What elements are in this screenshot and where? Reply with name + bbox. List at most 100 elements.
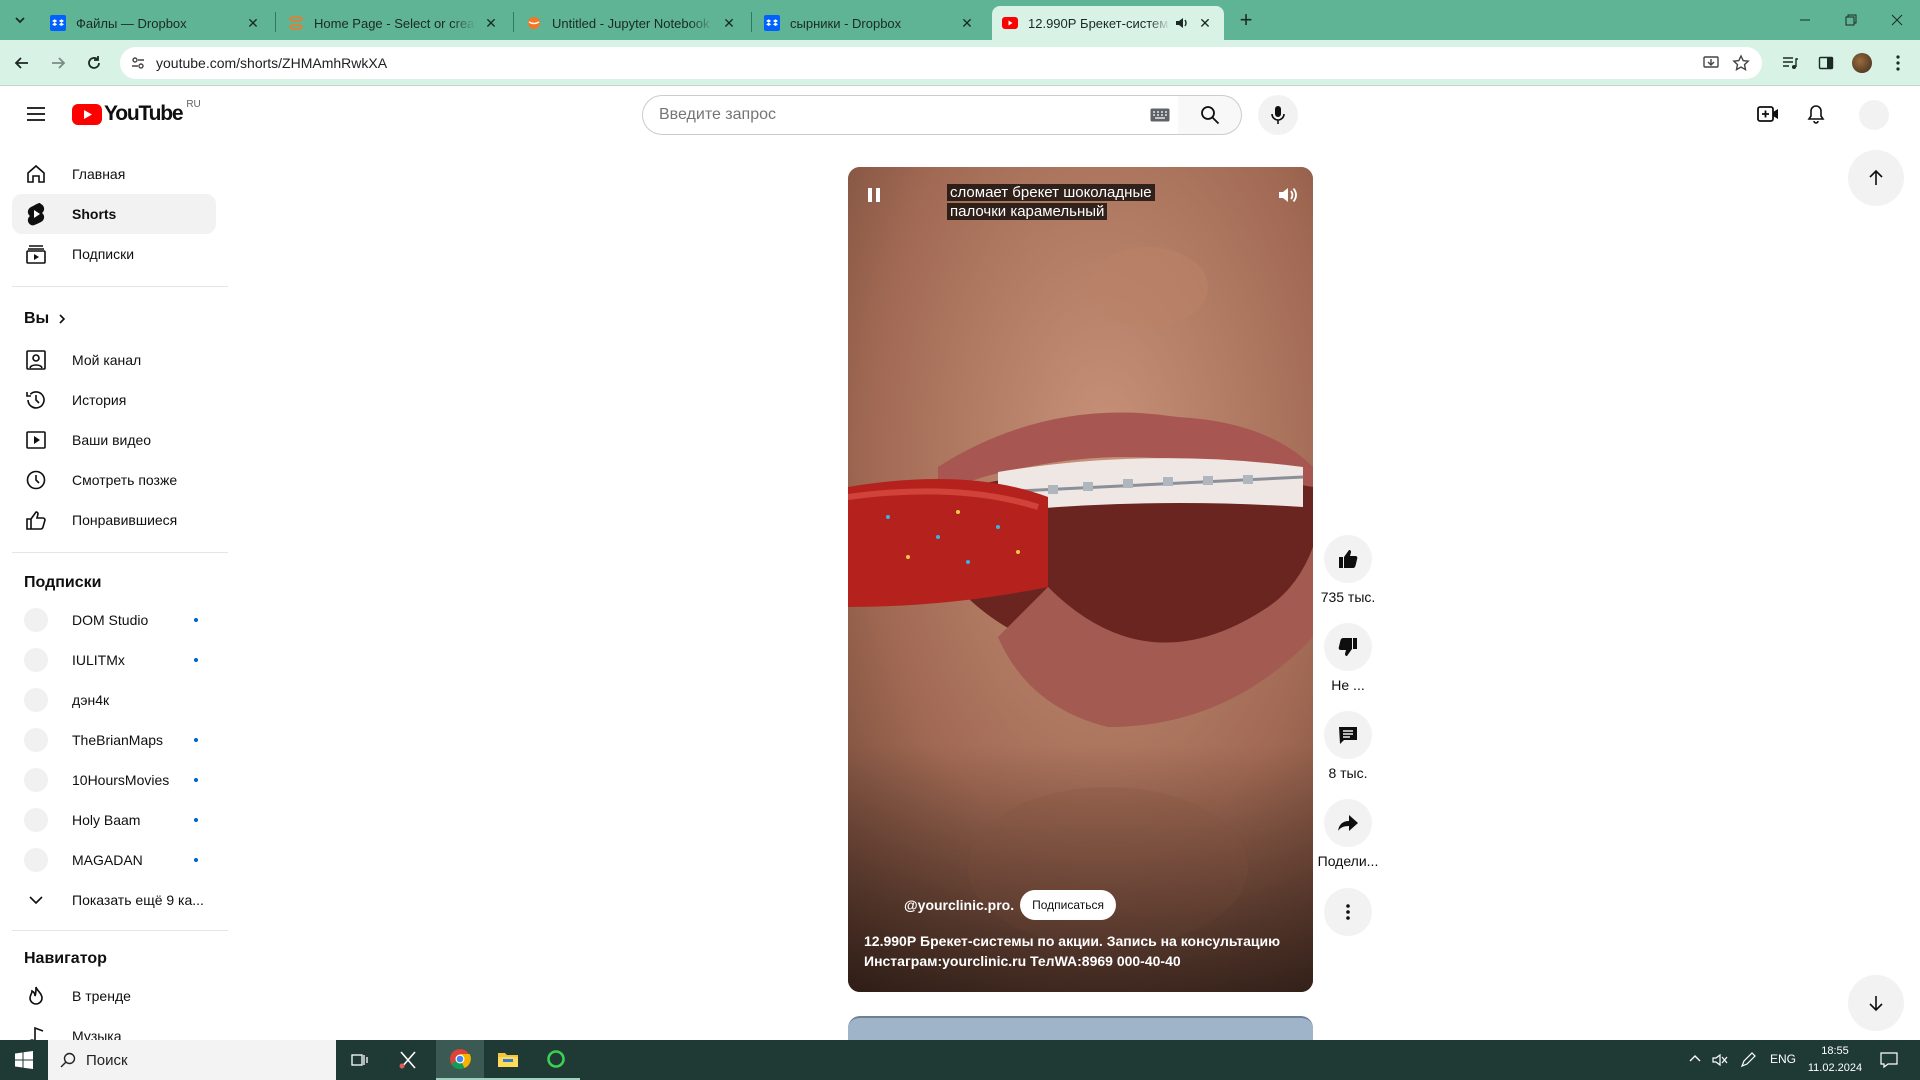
- create-button[interactable]: [1748, 94, 1788, 134]
- search-box[interactable]: [642, 95, 1179, 135]
- sidebar-subscription-item[interactable]: IULITMx: [12, 640, 216, 680]
- previous-short-button[interactable]: [1848, 150, 1904, 206]
- reload-icon: [88, 56, 100, 69]
- sidebar-item-history[interactable]: История: [12, 380, 216, 420]
- close-icon[interactable]: ✕: [1196, 14, 1214, 32]
- start-button[interactable]: [0, 1040, 48, 1080]
- sidebar-subscription-item[interactable]: DOM Studio: [12, 600, 216, 640]
- sidebar-subscription-item[interactable]: TheBrianMaps: [12, 720, 216, 760]
- taskbar-search-box[interactable]: Поиск: [48, 1040, 336, 1080]
- dislike-button[interactable]: [1324, 623, 1372, 671]
- sidebar-show-more[interactable]: Показать ещё 9 ка...: [12, 880, 216, 920]
- install-app-icon[interactable]: [1702, 54, 1720, 72]
- browser-tab-active[interactable]: 12.990Р Брекет-системы по акции ✕: [992, 6, 1224, 40]
- sidebar-subscription-item[interactable]: MAGADAN: [12, 840, 216, 880]
- search-button[interactable]: [1178, 95, 1242, 135]
- you-heading-label: Вы: [24, 310, 50, 327]
- account-avatar[interactable]: [1859, 100, 1889, 130]
- close-icon[interactable]: ✕: [244, 14, 262, 32]
- forward-button[interactable]: [42, 47, 74, 79]
- show-hidden-icons[interactable]: [1688, 1052, 1702, 1066]
- comments-button[interactable]: [1324, 711, 1372, 759]
- clock[interactable]: 18:55 11.02.2024: [1800, 1043, 1870, 1077]
- next-short-button[interactable]: [1848, 975, 1904, 1031]
- browser-tab[interactable]: Home Page - Select or create a notebook …: [278, 6, 510, 40]
- reload-button[interactable]: [78, 47, 110, 79]
- sidebar-item-trending[interactable]: В тренде: [12, 976, 216, 1016]
- thumbs-up-icon: [1339, 550, 1358, 568]
- profile-button[interactable]: [1846, 47, 1878, 79]
- sidebar-item-shorts[interactable]: Shorts: [12, 194, 216, 234]
- browser-tab[interactable]: Untitled - Jupyter Notebook ✕: [516, 6, 748, 40]
- sidebar-subscription-item[interactable]: 10HoursMovies: [12, 760, 216, 800]
- address-bar[interactable]: youtube.com/shorts/ZHMAmhRwkXA: [120, 47, 1762, 79]
- taskbar-app-explorer[interactable]: [484, 1040, 532, 1080]
- youtube-logo[interactable]: YouTube RU: [72, 99, 201, 126]
- sidebar-you-heading[interactable]: Вы: [24, 310, 67, 328]
- channel-name: MAGADAN: [72, 852, 143, 868]
- sidebar-item-liked[interactable]: Понравившиеся: [12, 500, 216, 540]
- logo-text: YouTube: [104, 102, 184, 125]
- media-queue-icon: [1783, 57, 1798, 69]
- sidebar-item-label: Смотреть позже: [72, 472, 178, 488]
- input-language[interactable]: ENG: [1770, 1052, 1796, 1066]
- notification-center-button[interactable]: [1880, 1051, 1898, 1069]
- pause-button[interactable]: [862, 183, 886, 207]
- arrow-down-icon: [1869, 996, 1883, 1012]
- sidebar-subscription-item[interactable]: дэн4к: [12, 680, 216, 720]
- taskbar-app-green-circle[interactable]: [532, 1040, 580, 1080]
- chrome-menu-button[interactable]: [1882, 47, 1914, 79]
- media-controls-button[interactable]: [1774, 47, 1806, 79]
- sidebar-item-subscriptions[interactable]: Подписки: [12, 234, 216, 274]
- browser-tab[interactable]: Файлы — Dropbox ✕: [40, 6, 272, 40]
- window-close-button[interactable]: [1874, 0, 1920, 40]
- url-text[interactable]: youtube.com/shorts/ZHMAmhRwkXA: [156, 55, 387, 71]
- tab-title: Home Page - Select or create a notebook: [314, 15, 476, 31]
- new-tab-button[interactable]: +: [1232, 6, 1260, 34]
- keyboard-icon[interactable]: [1150, 108, 1170, 122]
- jupyter-icon: [289, 16, 303, 30]
- voice-search-button[interactable]: [1258, 95, 1298, 135]
- back-button[interactable]: [6, 47, 38, 79]
- channel-handle[interactable]: @yourclinic.pro.: [904, 897, 1014, 913]
- sidebar-item-watch-later[interactable]: Смотреть позже: [12, 460, 216, 500]
- volume-tray-button[interactable]: [1712, 1052, 1728, 1068]
- task-view-button[interactable]: [336, 1040, 384, 1080]
- taskbar-app-chrome[interactable]: [436, 1040, 484, 1080]
- like-button[interactable]: [1324, 535, 1372, 583]
- sidebar-divider: [12, 286, 228, 287]
- sidebar-item-music[interactable]: Музыка: [12, 1016, 216, 1040]
- channel-name: дэн4к: [72, 692, 110, 708]
- tab-search-button[interactable]: [4, 6, 36, 34]
- shorts-video-player[interactable]: @yourclinic.pro. Подписаться 12.990Р Бре…: [848, 167, 1313, 992]
- tab-title: Untitled - Jupyter Notebook: [552, 15, 710, 31]
- search-input[interactable]: [659, 106, 1129, 124]
- speaker-icon[interactable]: [1174, 15, 1190, 31]
- next-short-preview[interactable]: [848, 1016, 1313, 1040]
- close-icon[interactable]: ✕: [720, 14, 738, 32]
- guide-sidebar: Главная Shorts Подписки Вы Мой канал Ист…: [0, 142, 240, 1040]
- close-icon[interactable]: ✕: [482, 14, 500, 32]
- close-icon[interactable]: ✕: [958, 14, 976, 32]
- sidebar-subscription-item[interactable]: Holy Baam: [12, 800, 216, 840]
- browser-tab[interactable]: сырники - Dropbox ✕: [754, 6, 986, 40]
- sidebar-item-label: Ваши видео: [72, 432, 152, 448]
- share-button[interactable]: [1324, 799, 1372, 847]
- guide-menu-button[interactable]: [16, 94, 56, 134]
- restore-button[interactable]: [1828, 0, 1874, 40]
- sidebar-item-your-videos[interactable]: Ваши видео: [12, 420, 216, 460]
- notifications-button[interactable]: [1796, 94, 1836, 134]
- video-description[interactable]: 12.990Р Брекет-системы по акции. Запись …: [864, 931, 1280, 971]
- more-actions-button[interactable]: [1324, 888, 1372, 936]
- bookmark-star-icon[interactable]: [1732, 54, 1750, 72]
- minimize-button[interactable]: [1782, 0, 1828, 40]
- sidebar-item-my-channel[interactable]: Мой канал: [12, 340, 216, 380]
- chevron-up-icon: [1689, 1055, 1701, 1062]
- side-panel-button[interactable]: [1810, 47, 1842, 79]
- site-info-icon[interactable]: [130, 55, 146, 71]
- volume-button[interactable]: [1276, 183, 1300, 207]
- taskbar-app-snipping[interactable]: [384, 1040, 432, 1080]
- subscribe-button[interactable]: Подписаться: [1020, 890, 1117, 920]
- sidebar-item-home[interactable]: Главная: [12, 154, 216, 194]
- pen-tray-button[interactable]: [1740, 1052, 1756, 1068]
